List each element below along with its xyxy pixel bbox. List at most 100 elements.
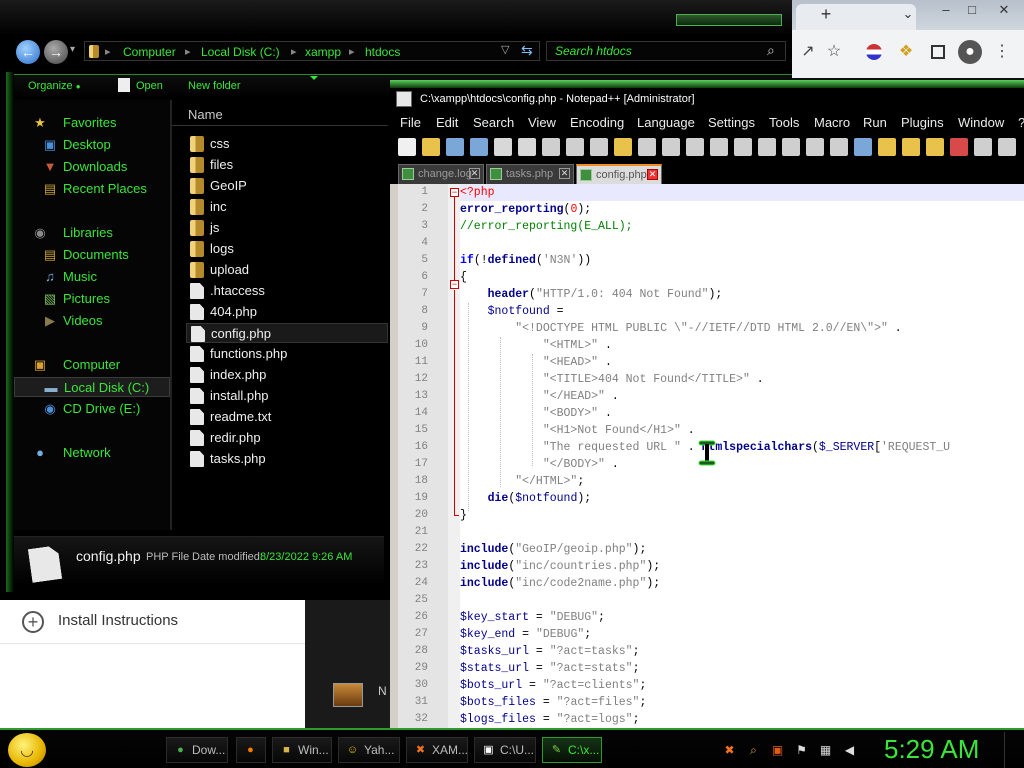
tab-close-icon[interactable]: ✕ [469,168,480,179]
nav-item-network[interactable]: ● Network [14,443,170,463]
nav-item-videos[interactable]: ▶ Videos [14,311,170,331]
breadcrumb-xampp[interactable]: xampp [305,45,341,59]
nav-item-cd-drive-e[interactable]: ◉ CD Drive (E:) [14,399,170,419]
history-dropdown-icon[interactable]: ▾ [70,44,75,55]
file-row[interactable]: files [186,155,388,175]
file-row[interactable]: 404.php [186,302,388,322]
tab-close-icon[interactable]: ✕ [647,169,658,180]
breadcrumb-separator[interactable]: ▸ [349,45,355,58]
action-center-icon[interactable]: ⚑ [794,743,809,758]
sync-scroll-icon[interactable] [782,138,800,156]
maximize-button[interactable]: □ [962,2,982,18]
organize-button[interactable]: Organize ● [28,80,81,92]
breadcrumb-htdocs[interactable]: htdocs [365,45,400,59]
menu-plugins[interactable]: Plugins [901,115,944,130]
column-header-name[interactable]: Name [172,100,388,126]
zoom-out-icon[interactable] [758,138,776,156]
nav-item-documents[interactable]: ▤ Documents [14,245,170,265]
replace-icon[interactable] [710,138,728,156]
breadcrumb-separator[interactable]: ▸ [185,45,191,58]
function-list-icon[interactable] [902,138,920,156]
cut-icon[interactable] [566,138,584,156]
show-desktop-button[interactable] [1004,732,1022,768]
redo-icon[interactable] [662,138,680,156]
taskbar-button-firefox[interactable]: ● [236,737,266,763]
close-button[interactable]: ✕ [994,2,1014,18]
search-icon[interactable]: ⌕ [767,42,775,59]
back-button[interactable]: ← [16,40,40,64]
nav-item-pictures[interactable]: ▧ Pictures [14,289,170,309]
nav-item-favorites[interactable]: ★ Favorites [14,113,170,133]
close-all-icon[interactable] [518,138,536,156]
find-icon[interactable] [686,138,704,156]
tab-dropdown-button[interactable]: ⌄ [898,6,918,22]
file-row[interactable]: js [186,218,388,238]
volume-icon[interactable]: ◀ [842,743,857,758]
search-input[interactable]: Search htdocs [555,44,632,58]
menu-icon[interactable]: ⋮ [990,40,1014,64]
menu-view[interactable]: View [528,115,556,130]
taskbar-button-explorer[interactable]: ■ Win... [272,737,332,763]
run-macro-icon[interactable] [998,138,1016,156]
taskbar-button-cmd[interactable]: ▣ C:\U... [474,737,536,763]
address-bar[interactable]: ▸ Computer ▸ Local Disk (C:) ▸ xampp ▸ h… [84,41,540,61]
taskbar-button-yahoo-messenger[interactable]: ☺ Yah... [338,737,400,763]
file-row[interactable]: readme.txt [186,407,388,427]
file-row[interactable]: index.php [186,365,388,385]
window-controls[interactable] [676,14,782,26]
taskbar-button-xampp[interactable]: ✖ XAM... [406,737,468,763]
fold-toggle-icon[interactable]: − [450,280,459,289]
taskbar-button-chrome[interactable]: ● Dow... [166,737,228,763]
profile-flag-icon[interactable] [862,40,886,64]
file-row[interactable]: install.php [186,386,388,406]
nav-item-desktop[interactable]: ▣ Desktop [14,135,170,155]
breadcrumb-local-disk[interactable]: Local Disk (C:) [201,45,280,59]
save-icon[interactable] [446,138,464,156]
new-tab-button[interactable]: + [816,5,836,23]
star-icon[interactable]: ☆ [822,40,846,64]
menu-edit[interactable]: Edit [436,115,458,130]
nav-item-music[interactable]: ♫ Music [14,267,170,287]
show-all-chars-icon[interactable] [830,138,848,156]
file-row[interactable]: .htaccess [186,281,388,301]
undo-icon[interactable] [638,138,656,156]
menu-help[interactable]: ? [1018,115,1024,130]
menu-encoding[interactable]: Encoding [570,115,624,130]
tab-change-log[interactable]: change.log ✕ [398,164,484,184]
nav-item-libraries[interactable]: ◉ Libraries [14,223,170,243]
word-wrap-icon[interactable] [806,138,824,156]
install-instructions-row[interactable]: + Install Instructions [0,600,305,644]
menu-search[interactable]: Search [473,115,514,130]
print-icon[interactable] [542,138,560,156]
forward-button[interactable]: → [44,40,68,64]
paste-icon[interactable] [614,138,632,156]
record-macro-icon[interactable] [950,138,968,156]
clock[interactable]: 5:29 AM [884,734,979,765]
menu-tools[interactable]: Tools [769,115,799,130]
tab-close-icon[interactable]: ✕ [559,168,570,179]
menu-window[interactable]: Window [958,115,1004,130]
file-row[interactable]: config.php [186,323,388,343]
search-box[interactable]: Search htdocs ⌕ [546,41,786,61]
nav-item-downloads[interactable]: ▼ Downloads [14,157,170,177]
search-tray-icon[interactable]: ⌕ [746,743,761,758]
file-row[interactable]: inc [186,197,388,217]
menu-settings[interactable]: Settings [708,115,755,130]
file-row[interactable]: functions.php [186,344,388,364]
xampp-tray-icon[interactable]: ✖ [722,743,737,758]
open-file-icon[interactable] [422,138,440,156]
nav-item-local-disk-c[interactable]: ▬ Local Disk (C:) [14,377,170,397]
folder-workspace-icon[interactable] [926,138,944,156]
code-editor[interactable]: 1 2 3 4 5 6 7 8 9 10 11 12 13 14 15 16 17 18 19 20 21 22 23 24 2… [398,184,1024,728]
save-all-icon[interactable] [470,138,488,156]
nav-item-computer[interactable]: ▣ Computer [14,355,170,375]
refresh-icon[interactable]: ⇆ [521,42,533,59]
file-row[interactable]: css [186,134,388,154]
tab-config-php[interactable]: config.php ✕ [576,164,662,184]
file-row[interactable]: tasks.php [186,449,388,469]
file-row[interactable]: redir.php [186,428,388,448]
network-tray-icon[interactable]: ▦ [818,743,833,758]
taskbar-button-notepadpp[interactable]: ✎ C:\x... [542,737,602,763]
close-icon[interactable] [494,138,512,156]
share-icon[interactable]: ↗ [796,40,820,64]
